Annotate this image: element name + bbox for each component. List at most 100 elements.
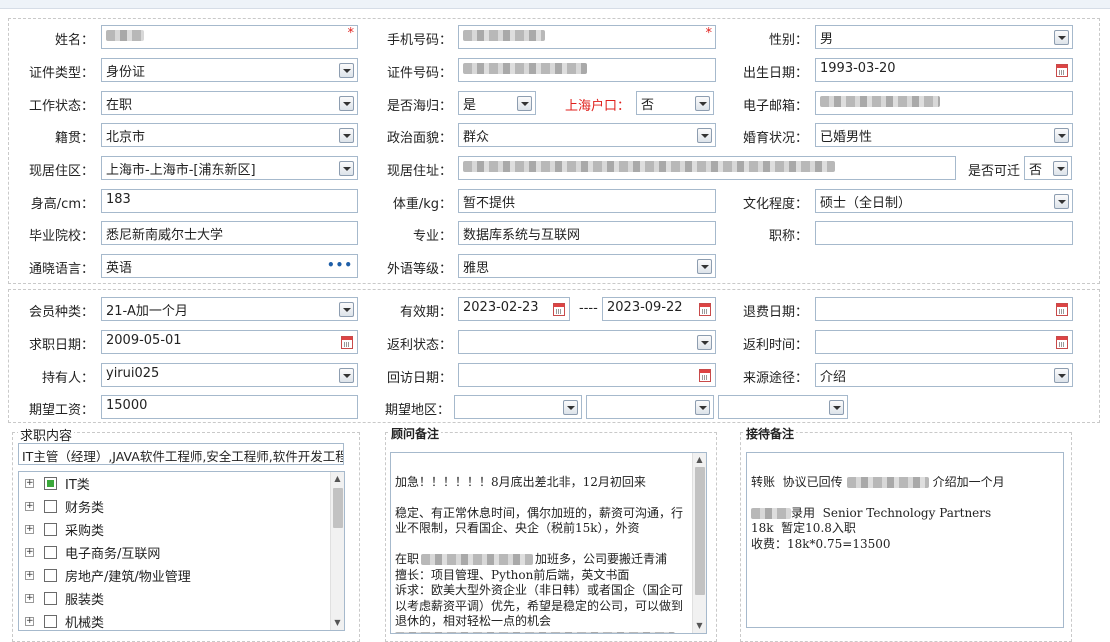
checkbox[interactable] (44, 500, 57, 513)
tree-node[interactable]: + 财务类 (25, 497, 104, 517)
chevron-down-icon[interactable] (695, 400, 710, 415)
chevron-down-icon[interactable] (1054, 368, 1069, 383)
calendar-icon[interactable] (1056, 303, 1068, 316)
member-type-select[interactable]: 21-A加一个月 (101, 297, 358, 321)
tree-node[interactable]: + 采购类 (25, 520, 104, 540)
name-field[interactable]: * (101, 25, 358, 49)
scroll-thumb[interactable] (333, 488, 343, 528)
expected-region-district[interactable] (718, 395, 848, 419)
chevron-down-icon[interactable] (697, 128, 712, 143)
tree-node[interactable]: + 电子商务/互联网 (25, 543, 160, 563)
chevron-down-icon[interactable] (517, 96, 532, 111)
birth-date-field[interactable]: 1993-03-20 (815, 58, 1073, 82)
id-type-select[interactable]: 身份证 (101, 58, 358, 82)
job-content-summary[interactable]: IT主管（经理）,JAVA软件工程师,安全工程师,软件开发工程 (18, 443, 344, 465)
language-field[interactable]: 英语 ••• (101, 254, 358, 278)
expand-icon[interactable]: + (25, 502, 34, 511)
chevron-down-icon[interactable] (339, 63, 354, 78)
calendar-icon[interactable] (1056, 64, 1068, 77)
expand-icon[interactable]: + (25, 571, 34, 580)
chevron-down-icon[interactable] (695, 96, 710, 111)
checkbox[interactable] (44, 477, 57, 490)
expand-icon[interactable]: + (25, 617, 34, 626)
expected-region-city[interactable] (586, 395, 714, 419)
mobile-field[interactable]: * (458, 25, 716, 49)
checkbox[interactable] (44, 546, 57, 559)
checkbox[interactable] (44, 615, 57, 628)
political-status-select[interactable]: 群众 (458, 123, 716, 147)
scroll-thumb[interactable] (695, 467, 705, 595)
scroll-down-icon[interactable]: ▼ (333, 619, 342, 627)
rebate-time-field[interactable] (815, 330, 1073, 354)
title-field[interactable] (815, 221, 1073, 245)
valid-from-field[interactable]: 2023-02-23 (458, 297, 570, 321)
chevron-down-icon[interactable] (697, 259, 712, 274)
education-select[interactable]: 硕士（全日制） (815, 189, 1073, 213)
valid-to-field[interactable]: 2023-09-22 (602, 297, 716, 321)
chevron-down-icon[interactable] (563, 400, 578, 415)
tree-scrollbar[interactable]: ▲ ▼ (330, 472, 344, 630)
overseas-returnee-select[interactable]: 是 (458, 91, 536, 115)
marital-status-select[interactable]: 已婚男性 (815, 123, 1073, 147)
chevron-down-icon[interactable] (1054, 128, 1069, 143)
height-field[interactable]: 183 (101, 189, 358, 213)
gender-select[interactable]: 男 (815, 25, 1073, 49)
calendar-icon[interactable] (341, 336, 353, 349)
chevron-down-icon[interactable] (829, 400, 844, 415)
language-level-select[interactable]: 雅思 (458, 254, 716, 278)
native-place-select[interactable]: 北京市 (101, 123, 358, 147)
checkbox[interactable] (44, 523, 57, 536)
checkbox[interactable] (44, 592, 57, 605)
rebate-status-select[interactable] (458, 330, 716, 354)
weight-field[interactable]: 暂不提供 (458, 189, 716, 213)
chevron-down-icon[interactable] (1053, 161, 1068, 176)
chevron-down-icon[interactable] (339, 128, 354, 143)
holder-select[interactable]: yirui025 (101, 363, 358, 387)
checkbox[interactable] (44, 569, 57, 582)
language-level-label: 外语等级： (386, 262, 452, 277)
notes-scrollbar[interactable]: ▲ ▼ (692, 453, 706, 633)
chevron-down-icon[interactable] (1054, 30, 1069, 45)
expand-icon[interactable]: + (25, 525, 34, 534)
chevron-down-icon[interactable] (339, 96, 354, 111)
id-number-field[interactable] (458, 58, 716, 82)
scroll-up-icon[interactable]: ▲ (333, 475, 342, 483)
tree-node-label: 服装类 (65, 593, 105, 608)
work-status-select[interactable]: 在职 (101, 91, 358, 115)
more-options-icon[interactable]: ••• (327, 258, 353, 272)
tree-node[interactable]: + 服装类 (25, 589, 104, 609)
calendar-icon[interactable] (699, 303, 711, 316)
tree-node[interactable]: + IT类 (25, 474, 90, 494)
relocatable-select[interactable]: 否 (1024, 156, 1072, 180)
chevron-down-icon[interactable] (697, 335, 712, 350)
chevron-down-icon[interactable] (1054, 194, 1069, 209)
revisit-date-field[interactable] (458, 363, 716, 387)
expected-region-province[interactable] (454, 395, 582, 419)
expand-icon[interactable]: + (25, 479, 34, 488)
tree-node[interactable]: + 机械类 (25, 612, 104, 630)
job-category-tree[interactable]: + IT类 + 财务类 + 采购类 + 电子商务/互联网 + 房地产/建筑/物业管理 + 服装类 + 机械… (18, 471, 345, 631)
advisor-notes-textarea[interactable]: 加急！！！！！！8月底出差北非，12月初回来 稳定、有正常休息时间，偶尔加班的，… (390, 452, 707, 634)
chevron-down-icon[interactable] (339, 368, 354, 383)
major-field[interactable]: 数据库系统与互联网 (458, 221, 716, 245)
email-field[interactable] (815, 91, 1073, 115)
tree-node[interactable]: + 房地产/建筑/物业管理 (25, 566, 191, 586)
reception-notes-textarea[interactable]: 转账 协议已回传 介绍加一个月 录用 Senior Technology Part… (746, 452, 1064, 628)
expand-icon[interactable]: + (25, 548, 34, 557)
refund-date-field[interactable] (815, 297, 1073, 321)
scroll-down-icon[interactable]: ▼ (695, 622, 704, 630)
expand-icon[interactable]: + (25, 594, 34, 603)
calendar-icon[interactable] (699, 369, 711, 382)
calendar-icon[interactable] (1056, 336, 1068, 349)
chevron-down-icon[interactable] (339, 161, 354, 176)
job-seek-date-field[interactable]: 2009-05-01 (101, 330, 358, 354)
calendar-icon[interactable] (553, 303, 565, 316)
school-field[interactable]: 悉尼新南威尔士大学 (101, 221, 358, 245)
current-region-select[interactable]: 上海市-上海市-[浦东新区] (101, 156, 358, 180)
shanghai-hukou-select[interactable]: 否 (636, 91, 714, 115)
current-address-field[interactable] (458, 156, 956, 180)
chevron-down-icon[interactable] (339, 302, 354, 317)
source-select[interactable]: 介绍 (815, 363, 1073, 387)
expected-salary-field[interactable]: 15000 (101, 395, 358, 419)
scroll-up-icon[interactable]: ▲ (695, 456, 704, 464)
